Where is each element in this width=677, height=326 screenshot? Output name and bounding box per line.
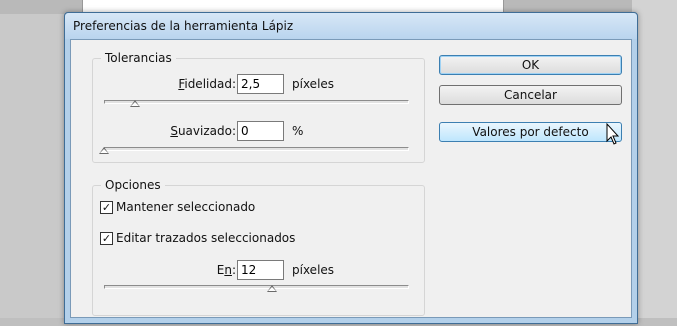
options-legend: Opciones: [101, 178, 165, 192]
within-unit: píxeles: [292, 263, 335, 277]
tolerances-legend: Tolerancias: [101, 51, 176, 65]
within-slider-track[interactable]: [104, 285, 409, 289]
window-title: Preferencias de la herramienta Lápiz: [73, 19, 294, 33]
within-input[interactable]: [237, 260, 284, 280]
smoothing-input[interactable]: [237, 121, 284, 141]
smoothing-slider-track[interactable]: [104, 147, 409, 151]
background-panel: [632, 0, 677, 326]
keep-selected-label[interactable]: Mantener seleccionado: [116, 200, 255, 214]
fidelity-input[interactable]: [237, 74, 284, 94]
fidelity-unit: píxeles: [292, 77, 335, 91]
cancel-button[interactable]: Cancelar: [439, 85, 622, 105]
fidelity-label: Fidelidad:: [178, 77, 236, 91]
edit-paths-checkbox[interactable]: ✓: [100, 232, 113, 245]
smoothing-unit: %: [292, 124, 304, 138]
ok-button[interactable]: OK: [439, 55, 622, 75]
defaults-button[interactable]: Valores por defecto: [439, 122, 622, 142]
pencil-tool-preferences-dialog: Preferencias de la herramienta Lápiz Tol…: [64, 12, 638, 324]
smoothing-slider-thumb[interactable]: [99, 147, 109, 154]
keep-selected-checkbox[interactable]: ✓: [100, 201, 113, 214]
smoothing-label: Suavizado:: [170, 124, 236, 138]
edit-paths-label[interactable]: Editar trazados seleccionados: [116, 231, 295, 245]
within-slider-thumb[interactable]: [267, 285, 277, 292]
dialog-body: Tolerancias Fidelidad: píxeles Suavizado…: [70, 39, 632, 318]
title-bar[interactable]: Preferencias de la herramienta Lápiz: [65, 13, 637, 39]
within-label: En:: [216, 263, 236, 277]
mouse-cursor-icon: [606, 123, 620, 145]
fidelity-slider-track[interactable]: [104, 100, 409, 104]
fidelity-slider-thumb[interactable]: [130, 100, 140, 107]
